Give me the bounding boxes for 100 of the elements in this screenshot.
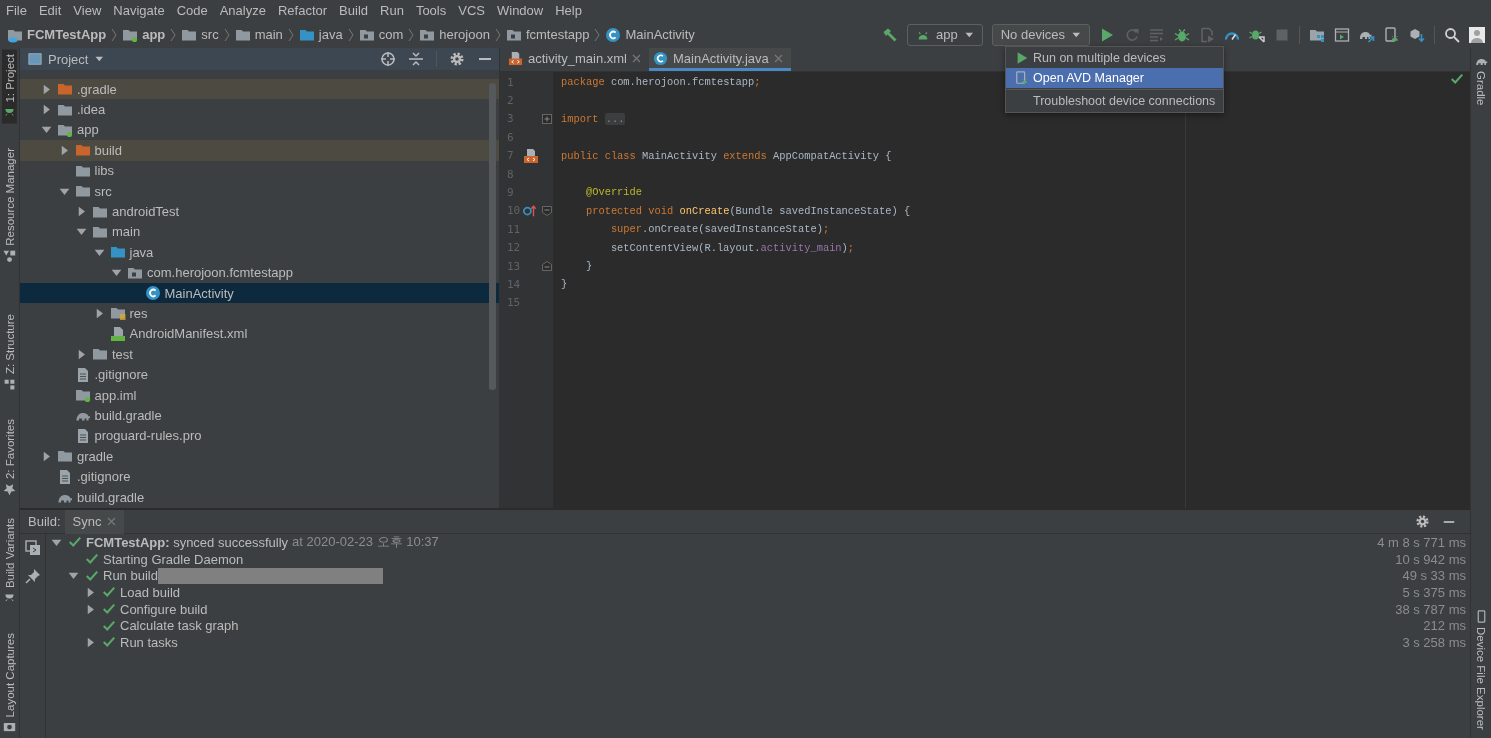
- restart-icon[interactable]: [24, 540, 41, 556]
- disclosure-triangle[interactable]: [41, 104, 52, 116]
- fold-marker-icon[interactable]: [542, 113, 552, 124]
- menu-item[interactable]: Analyze: [213, 0, 272, 21]
- build-step[interactable]: Calculate task graph: [120, 618, 239, 634]
- tool-window-tab[interactable]: 1: Project: [2, 50, 17, 124]
- layout-file-icon[interactable]: [522, 147, 540, 164]
- disclosure-triangle[interactable]: [76, 348, 87, 360]
- pin-icon[interactable]: [24, 568, 41, 584]
- tree-row[interactable]: gradle: [20, 446, 499, 467]
- build-step[interactable]: Load build: [120, 584, 180, 600]
- menu-item[interactable]: Run: [374, 0, 410, 21]
- avatar-icon[interactable]: [1469, 26, 1485, 43]
- disclosure-triangle[interactable]: [68, 570, 79, 582]
- crosshair-icon[interactable]: [380, 51, 396, 67]
- menu-item[interactable]: Navigate: [107, 0, 171, 21]
- bug-icon[interactable]: [1174, 26, 1190, 43]
- disclosure-triangle[interactable]: [41, 124, 52, 136]
- box-arrow-icon[interactable]: [1409, 26, 1425, 43]
- tree-row[interactable]: src: [20, 180, 499, 202]
- window-icon[interactable]: [1334, 26, 1350, 43]
- breadcrumb[interactable]: app: [121, 26, 167, 43]
- breadcrumb[interactable]: main: [233, 26, 284, 43]
- view-selector[interactable]: Project: [28, 51, 107, 67]
- tree-row[interactable]: build.gradle: [20, 405, 499, 426]
- tree-row[interactable]: AndroidManifest.xml: [20, 323, 499, 345]
- settings-icon[interactable]: [1415, 514, 1430, 529]
- menu-item[interactable]: View: [67, 0, 108, 21]
- tree-row[interactable]: java: [20, 242, 499, 263]
- menu-item[interactable]: Run on multiple devices: [1006, 48, 1224, 68]
- disclosure-triangle[interactable]: [85, 636, 96, 648]
- disclosure-triangle[interactable]: [85, 603, 96, 615]
- fold-marker-icon[interactable]: [542, 205, 552, 216]
- menu-item[interactable]: VCS: [452, 0, 491, 21]
- tree-row[interactable]: build.gradle: [20, 486, 499, 508]
- menu-item[interactable]: File: [0, 0, 33, 21]
- device-dropdown[interactable]: No devices: [991, 23, 1090, 46]
- tree-row[interactable]: res: [20, 303, 499, 324]
- search-icon[interactable]: [1444, 26, 1460, 43]
- collapse-all-icon[interactable]: [408, 51, 424, 67]
- tree-row[interactable]: libs: [20, 160, 499, 181]
- editor-tab[interactable]: MainActivity.java: [648, 48, 791, 71]
- menu-item[interactable]: Troubleshoot device connections: [1006, 91, 1224, 111]
- menu-item[interactable]: Window: [490, 0, 550, 21]
- tree-row[interactable]: build: [20, 140, 499, 161]
- disclosure-triangle[interactable]: [111, 267, 122, 279]
- menu-item[interactable]: Build: [333, 0, 374, 21]
- build-step[interactable]: FCMTestApp: synced successfully: [86, 534, 289, 550]
- disclosure-triangle[interactable]: [76, 206, 87, 218]
- build-step[interactable]: Starting Gradle Daemon: [103, 551, 244, 567]
- build-step[interactable]: Run tasks: [120, 634, 178, 650]
- panel-tab[interactable]: Sync: [64, 509, 125, 534]
- tool-window-tab[interactable]: Layout Captures: [2, 629, 17, 738]
- tree-row[interactable]: app.iml: [20, 384, 499, 406]
- override-marker-icon[interactable]: [522, 203, 538, 218]
- breadcrumb[interactable]: FCMTestApp: [6, 26, 108, 43]
- breadcrumb[interactable]: MainActivity: [604, 26, 696, 43]
- tool-window-tab[interactable]: Gradle: [1473, 50, 1489, 110]
- disclosure-triangle[interactable]: [41, 83, 52, 95]
- tool-window-tab[interactable]: Z: Structure: [2, 309, 17, 395]
- play-icon[interactable]: [1099, 26, 1115, 43]
- tool-window-tab[interactable]: Build Variants: [2, 514, 17, 610]
- menu-item[interactable]: Refactor: [271, 0, 334, 21]
- tree-row[interactable]: app: [20, 119, 499, 141]
- tree-row[interactable]: com.herojoon.fcmtestapp: [20, 262, 499, 283]
- menu-item[interactable]: Tools: [409, 0, 453, 21]
- breadcrumb[interactable]: com: [357, 26, 405, 43]
- tree-row[interactable]: .gradle: [20, 79, 499, 100]
- tree-row[interactable]: test: [20, 344, 499, 365]
- fold-marker-icon[interactable]: [542, 261, 552, 272]
- tree-row[interactable]: main: [20, 221, 499, 243]
- disclosure-triangle[interactable]: [76, 226, 87, 238]
- tool-window-tab[interactable]: Device File Explorer: [1473, 606, 1489, 734]
- build-step[interactable]: Configure build: [120, 601, 208, 617]
- scrollbar[interactable]: [489, 83, 496, 390]
- run-configuration-dropdown[interactable]: app: [907, 23, 983, 46]
- phone-android-icon[interactable]: [1384, 26, 1400, 43]
- breadcrumb[interactable]: fcmtestapp: [504, 26, 591, 43]
- breadcrumb[interactable]: src: [180, 26, 220, 43]
- close-icon[interactable]: [631, 53, 641, 63]
- tree-row[interactable]: .gitignore: [20, 364, 499, 385]
- tree-row[interactable]: .gitignore: [20, 466, 499, 487]
- menu-item[interactable]: Open AVD Manager: [1006, 68, 1224, 88]
- tool-window-tab[interactable]: 2: Favorites: [2, 414, 17, 500]
- breadcrumb[interactable]: herojoon: [418, 26, 491, 43]
- menu-item[interactable]: Code: [170, 0, 214, 21]
- tree-row[interactable]: .idea: [20, 99, 499, 120]
- disclosure-triangle[interactable]: [41, 450, 52, 462]
- tree-row[interactable]: proguard-rules.pro: [20, 425, 499, 447]
- menu-item[interactable]: Help: [549, 0, 588, 21]
- tree-row[interactable]: MainActivity: [20, 282, 499, 304]
- build-step[interactable]: Run build: [103, 568, 158, 584]
- tree-row[interactable]: androidTest: [20, 201, 499, 222]
- hammer-icon[interactable]: [882, 26, 898, 43]
- tool-window-tab[interactable]: Resource Manager: [2, 143, 17, 267]
- menu-item[interactable]: Edit: [32, 0, 68, 21]
- settings-icon[interactable]: [449, 51, 465, 67]
- editor-tab[interactable]: activity_main.xml: [504, 48, 649, 71]
- breadcrumb[interactable]: java: [297, 26, 344, 43]
- disclosure-triangle[interactable]: [85, 586, 96, 598]
